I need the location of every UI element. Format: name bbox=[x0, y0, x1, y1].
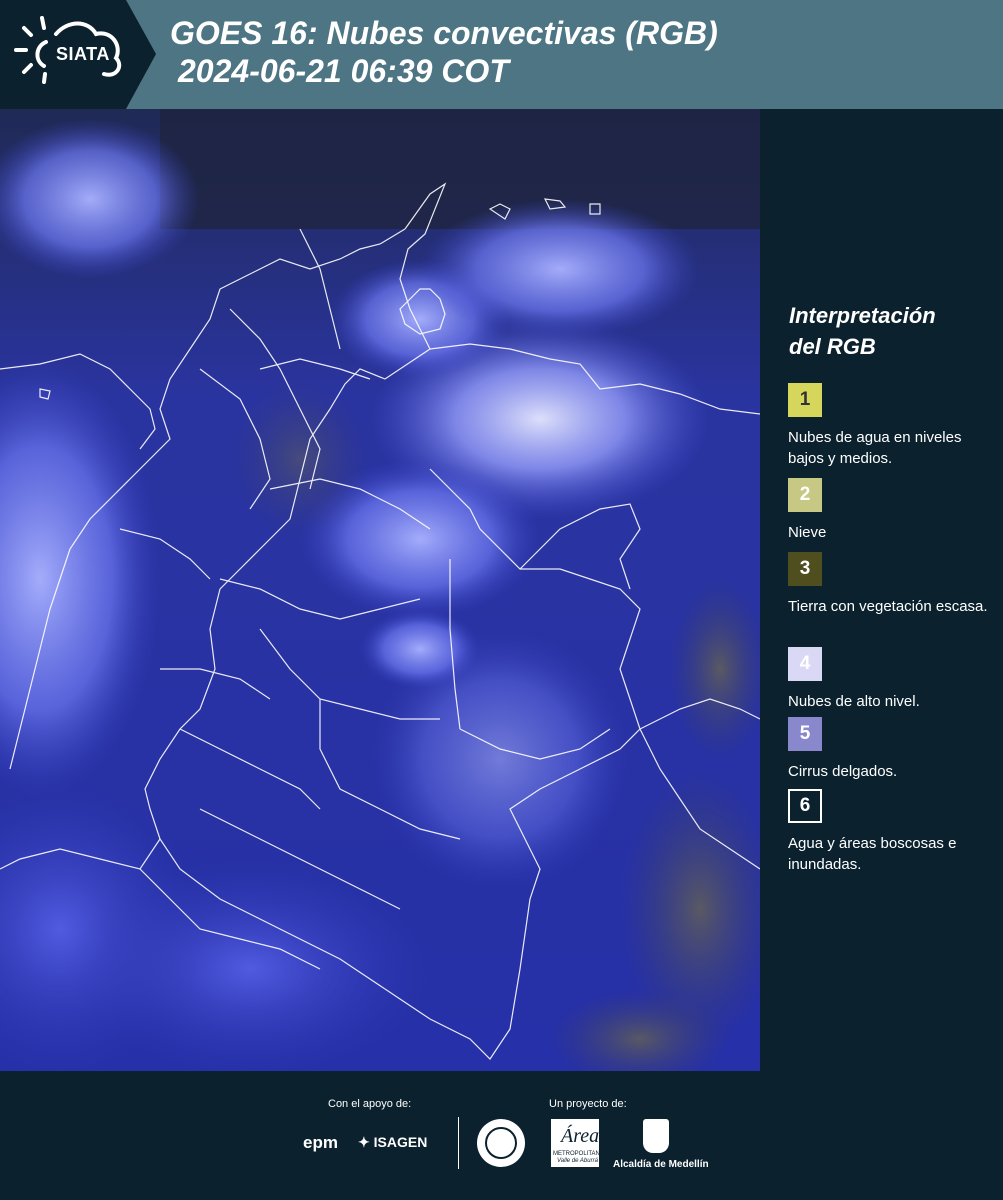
legend-label: Tierra con vegetación escasa. bbox=[788, 598, 988, 615]
area-mark-icon: Área bbox=[561, 1125, 600, 1147]
legend-swatch: 3 bbox=[788, 552, 822, 586]
legend-item-3: 3 Tierra con vegetación escasa. bbox=[788, 552, 998, 617]
legend-item-6: 6 Agua y áreas boscosas e inundadas. bbox=[788, 789, 998, 875]
legend-label: Cirrus delgados. bbox=[788, 763, 898, 780]
legend-swatch: 6 bbox=[788, 789, 822, 823]
logo-text: SIATA bbox=[56, 44, 110, 64]
alcaldia-shield-icon bbox=[643, 1119, 669, 1153]
legend-label: Nieve bbox=[788, 524, 827, 541]
legend-label: Agua y áreas boscosas e inundadas. bbox=[788, 835, 957, 873]
legend-title-line2: del RGB bbox=[789, 334, 876, 359]
legend-title-line1: Interpretación bbox=[789, 303, 936, 328]
epm-logo[interactable]: epm bbox=[303, 1133, 338, 1153]
legend-item-4: 4 Nubes de alto nivel. bbox=[788, 647, 998, 712]
project-label: Un proyecto de: bbox=[549, 1098, 627, 1110]
page-title: GOES 16: Nubes convectivas (RGB) bbox=[170, 15, 718, 51]
satellite-map[interactable] bbox=[0, 109, 760, 1071]
amva-text-2: Valle de Aburrá bbox=[557, 1158, 598, 1164]
siata-logo[interactable]: SIATA bbox=[0, 0, 156, 109]
legend-swatch: 4 bbox=[788, 647, 822, 681]
support-label: Con el apoyo de: bbox=[328, 1098, 412, 1110]
isagen-text: ISAGEN bbox=[373, 1134, 428, 1150]
legend-swatch: 2 bbox=[788, 478, 822, 512]
legend-item-5: 5 Cirrus delgados. bbox=[788, 717, 998, 782]
medellin-seal-logo[interactable] bbox=[477, 1119, 525, 1167]
isagen-star-icon: ✦ bbox=[358, 1134, 370, 1150]
legend-title: Interpretación del RGB bbox=[789, 300, 989, 362]
amva-text-1: METROPOLITANA bbox=[553, 1151, 604, 1157]
legend-swatch: 5 bbox=[788, 717, 822, 751]
area-metropolitana-logo[interactable]: Área METROPOLITANA Valle de Aburrá bbox=[551, 1119, 604, 1167]
footer: Con el apoyo de: Un proyecto de: epm ✦ I… bbox=[0, 1071, 1003, 1200]
isagen-logo[interactable]: ✦ ISAGEN bbox=[358, 1134, 427, 1151]
legend-item-1: 1 Nubes de agua en niveles bajos y medio… bbox=[788, 383, 998, 469]
legend-swatch: 1 bbox=[788, 383, 822, 417]
satellite-image bbox=[0, 109, 760, 1071]
legend-label: Nubes de agua en niveles bajos y medios. bbox=[788, 429, 962, 467]
legend-label: Nubes de alto nivel. bbox=[788, 693, 920, 710]
alcaldia-label[interactable]: Alcaldía de Medellín bbox=[613, 1159, 709, 1170]
page-timestamp: 2024-06-21 06:39 COT bbox=[178, 53, 509, 89]
footer-divider bbox=[458, 1117, 459, 1169]
header-bar: SIATA GOES 16: Nubes convectivas (RGB) 2… bbox=[0, 0, 1003, 109]
legend-item-2: 2 Nieve bbox=[788, 478, 998, 543]
